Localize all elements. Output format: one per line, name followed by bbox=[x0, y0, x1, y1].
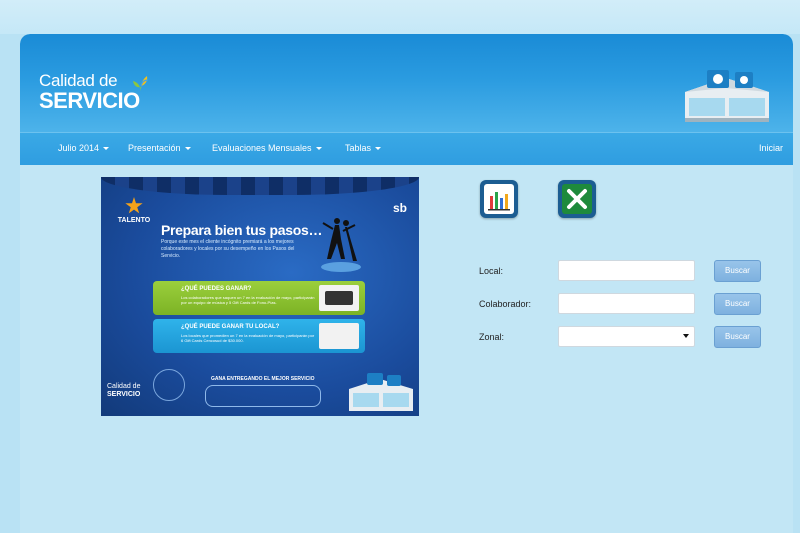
buscar-local-button[interactable]: Buscar bbox=[714, 260, 761, 282]
nav-month-label: Julio 2014 bbox=[58, 143, 100, 153]
caret-down-icon bbox=[375, 147, 382, 151]
prize-panel-collaborators: ¿QUÉ PUEDES GANAR? Los colaboradores que… bbox=[153, 281, 365, 315]
leaf-icon bbox=[133, 76, 149, 91]
banner-intro: Porque este mes el cliente incógnito pre… bbox=[161, 239, 295, 259]
colaborador-input[interactable] bbox=[558, 293, 695, 314]
excel-icon bbox=[567, 189, 587, 209]
prize-panel-stores: ¿QUÉ PUEDE GANAR TU LOCAL? Los locales q… bbox=[153, 319, 365, 353]
main-navbar: Julio 2014 Presentación Evaluaciones Men… bbox=[20, 132, 793, 165]
browser-top-strip bbox=[0, 0, 800, 34]
buscar-zonal-button[interactable]: Buscar bbox=[714, 326, 761, 348]
site-header: Calidad de SERVICIO bbox=[20, 34, 793, 132]
nav-presentacion-dropdown[interactable]: Presentación bbox=[128, 143, 191, 153]
caret-down-icon bbox=[103, 147, 110, 151]
talento-label: TALENTO bbox=[117, 217, 151, 224]
banner-footer-logo: Calidad de SERVICIO bbox=[107, 383, 140, 399]
nav-presentacion-label: Presentación bbox=[128, 143, 181, 153]
contact-box bbox=[205, 385, 321, 407]
colaborador-label: Colaborador: bbox=[479, 299, 532, 309]
bar-chart-icon bbox=[488, 192, 510, 211]
local-label: Local: bbox=[479, 266, 504, 276]
stereo-image bbox=[319, 285, 359, 311]
excel-export-button[interactable] bbox=[558, 180, 596, 218]
promo-banner: TALENTO sb Prepara bien tus pasos… Porqu… bbox=[101, 177, 419, 416]
store-building-image bbox=[685, 70, 769, 122]
logo-line-bottom: SERVICIO bbox=[39, 88, 140, 113]
chart-report-button[interactable] bbox=[480, 180, 518, 218]
caret-down-icon bbox=[184, 147, 191, 151]
talento-badge: TALENTO bbox=[109, 197, 159, 224]
curtain-decoration bbox=[101, 177, 419, 195]
gift-cards-image bbox=[319, 323, 359, 349]
stereo-icon bbox=[325, 291, 353, 305]
nav-tablas-label: Tablas bbox=[345, 143, 372, 153]
star-icon bbox=[125, 197, 143, 214]
prize-panel-title: ¿QUÉ PUEDES GANAR? bbox=[181, 286, 252, 292]
caret-down-icon bbox=[315, 147, 322, 151]
nav-iniciar-link[interactable]: Iniciar bbox=[759, 143, 783, 153]
site-logo[interactable]: Calidad de SERVICIO bbox=[39, 72, 140, 112]
prize-panel-text: Los locales que promedien un 7 en la eva… bbox=[181, 333, 315, 343]
nav-evaluaciones-dropdown[interactable]: Evaluaciones Mensuales bbox=[212, 143, 322, 153]
banner-tagline: GANA ENTREGANDO EL MEJOR SERVICIO bbox=[211, 376, 315, 382]
page-container: Calidad de SERVICIO Julio 2014 Presentac… bbox=[20, 34, 793, 533]
nav-month-dropdown[interactable]: Julio 2014 bbox=[58, 143, 110, 153]
zonal-select[interactable] bbox=[558, 326, 695, 347]
banner-footer-logo-bottom: SERVICIO bbox=[107, 391, 141, 398]
banner-footer: Calidad de SERVICIO GANA ENTREGANDO EL M… bbox=[101, 365, 419, 416]
seal-icon bbox=[153, 369, 185, 401]
banner-title: Prepara bien tus pasos… bbox=[161, 222, 323, 238]
local-input[interactable] bbox=[558, 260, 695, 281]
buscar-colaborador-button[interactable]: Buscar bbox=[714, 293, 761, 315]
store-building-image bbox=[349, 373, 413, 411]
sb-logo: sb bbox=[392, 201, 407, 215]
dropdown-arrow-icon bbox=[683, 334, 689, 338]
excel-icon-frame bbox=[562, 184, 592, 214]
prize-panel-text: Los colaboradores que saquen un 7 en la … bbox=[181, 295, 315, 305]
dancers-illustration bbox=[321, 218, 361, 272]
nav-evaluaciones-label: Evaluaciones Mensuales bbox=[212, 143, 312, 153]
chart-icon-frame bbox=[484, 184, 514, 214]
banner-footer-logo-top: Calidad de bbox=[107, 383, 141, 390]
nav-tablas-dropdown[interactable]: Tablas bbox=[345, 143, 382, 153]
prize-panel-title: ¿QUÉ PUEDE GANAR TU LOCAL? bbox=[181, 324, 280, 330]
zonal-label: Zonal: bbox=[479, 332, 505, 342]
